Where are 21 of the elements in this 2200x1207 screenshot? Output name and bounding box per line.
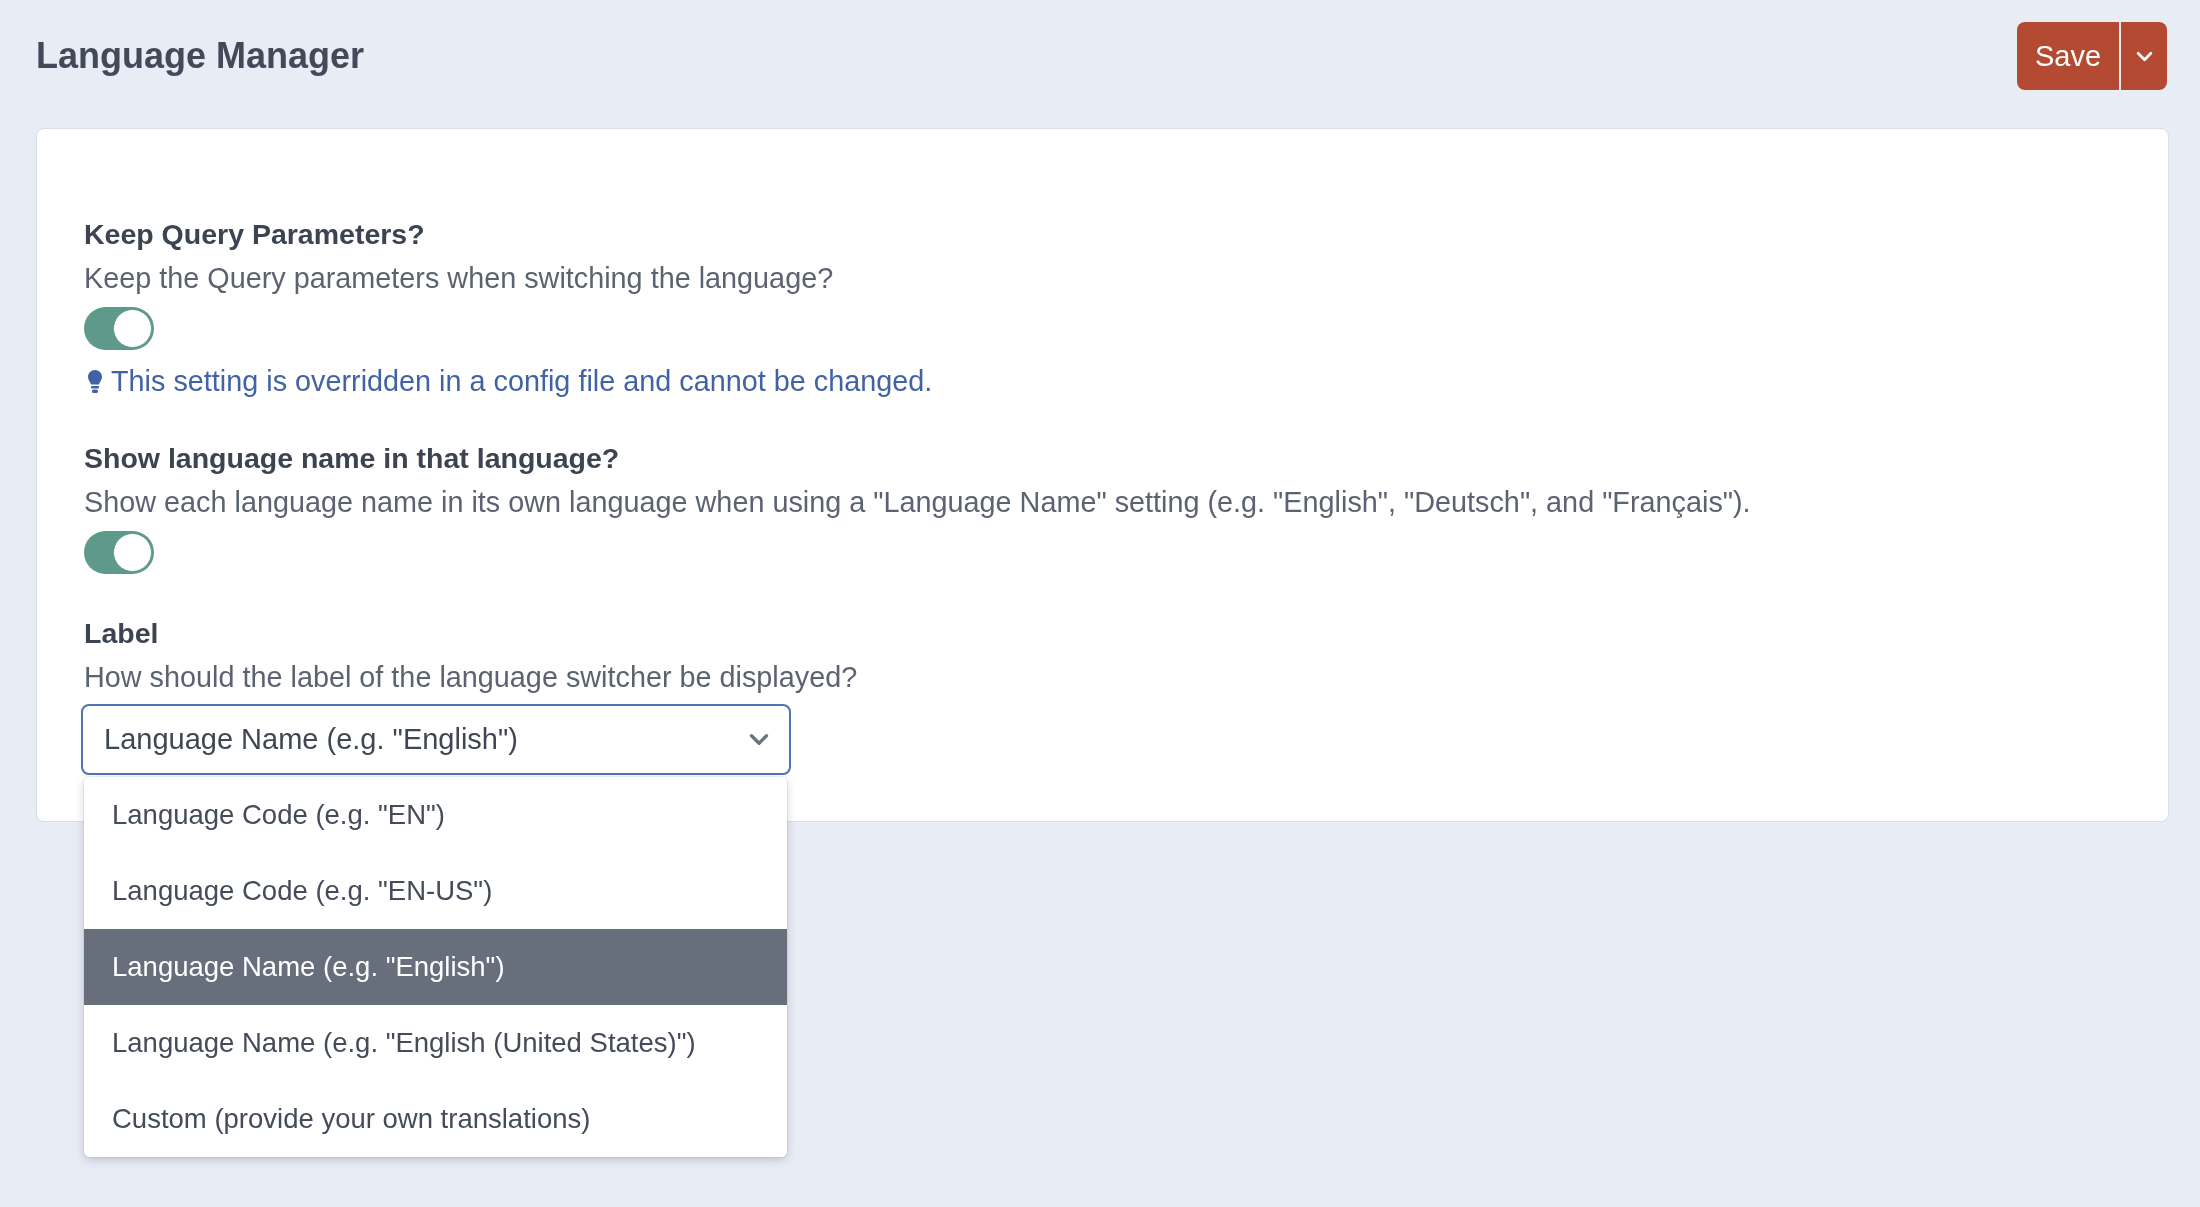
lightbulb-icon — [88, 369, 102, 393]
setting-description: Keep the Query parameters when switching the language? — [84, 261, 834, 296]
notice-text: This setting is overridden in a config file and cannot be changed. — [111, 364, 933, 399]
toggle-switch[interactable] — [84, 531, 154, 574]
dropdown-option[interactable]: Language Code (e.g. "EN-US") — [84, 853, 787, 929]
dropdown-option[interactable]: Custom (provide your own translations) — [84, 1081, 787, 1157]
setting-title: Show language name in that language? — [84, 441, 620, 476]
page-title: Language Manager — [36, 35, 365, 77]
save-button[interactable]: Save — [2017, 22, 2119, 90]
dropdown-option[interactable]: Language Name (e.g. "English (United States)") — [84, 1005, 787, 1081]
setting-title: Keep Query Parameters? — [84, 217, 425, 252]
dropdown-option[interactable]: Language Name (e.g. "English") — [84, 929, 787, 1005]
setting-title: Label — [84, 616, 159, 651]
setting-description: How should the label of the language switcher be displayed? — [84, 660, 858, 695]
dropdown-option[interactable]: Language Code (e.g. "EN") — [84, 777, 787, 853]
chevron-down-icon — [2135, 50, 2153, 62]
select-field[interactable]: Language Name (e.g. "English") — [81, 704, 791, 775]
setting-description: Show each language name in its own language when using a "Language Name" setting (e.g. "English", "Deutsch", and "Français"). — [84, 485, 1751, 520]
toggle-switch[interactable] — [84, 307, 154, 350]
save-options-button[interactable] — [2121, 22, 2167, 90]
chevron-down-icon — [749, 733, 769, 746]
